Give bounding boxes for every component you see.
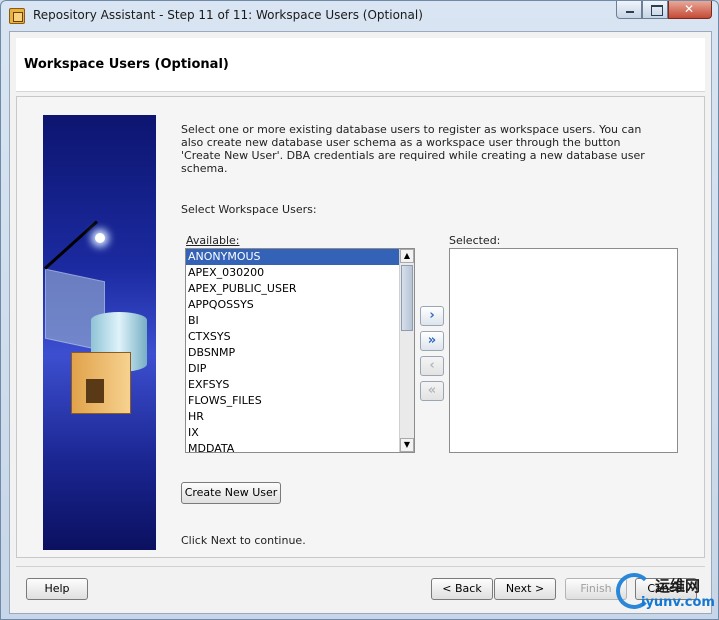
list-item[interactable]: DBSNMP: [186, 345, 414, 361]
create-new-user-button[interactable]: Create New User: [181, 482, 281, 504]
list-item[interactable]: ANONYMOUS: [186, 249, 414, 265]
available-label: Available:: [186, 234, 240, 247]
close-icon[interactable]: [668, 1, 712, 19]
available-scrollbar[interactable]: ▲ ▼: [399, 249, 414, 452]
scroll-down-icon[interactable]: ▼: [400, 438, 414, 452]
illustration-spark: [95, 233, 105, 243]
next-button[interactable]: Next >: [494, 578, 556, 600]
scroll-thumb[interactable]: [401, 265, 413, 331]
watermark-line1: 运维网: [655, 577, 701, 595]
list-item[interactable]: APPQOSSYS: [186, 297, 414, 313]
page-header: Workspace Users (Optional): [16, 38, 705, 92]
warehouse-icon: [71, 352, 131, 414]
title-bar[interactable]: Repository Assistant - Step 11 of 11: Wo…: [1, 1, 718, 31]
list-item[interactable]: EXFSYS: [186, 377, 414, 393]
list-item[interactable]: DIP: [186, 361, 414, 377]
list-item[interactable]: IX: [186, 425, 414, 441]
selected-label: Selected:: [449, 234, 501, 247]
back-button[interactable]: < Back: [431, 578, 493, 600]
available-list[interactable]: ANONYMOUS APEX_030200 APEX_PUBLIC_USER APPQ…: [185, 248, 415, 453]
select-users-label: Select Workspace Users:: [181, 203, 317, 216]
move-all-right-button[interactable]: »: [420, 331, 444, 351]
list-item[interactable]: APEX_030200: [186, 265, 414, 281]
help-button[interactable]: Help: [26, 578, 88, 600]
list-item[interactable]: BI: [186, 313, 414, 329]
app-icon: [9, 8, 25, 24]
content-panel: Select one or more existing database use…: [16, 96, 705, 558]
window-title: Repository Assistant - Step 11 of 11: Wo…: [33, 8, 423, 22]
intro-text: Select one or more existing database use…: [181, 123, 645, 175]
list-item[interactable]: CTXSYS: [186, 329, 414, 345]
continue-text: Click Next to continue.: [181, 534, 306, 547]
dialog-body: Workspace Users (Optional) Select one or…: [9, 31, 712, 614]
footer-divider: [16, 566, 705, 567]
illustration-wand: [43, 220, 99, 270]
site-watermark: 运维网 iyunv.com: [613, 571, 719, 615]
list-item[interactable]: MDDATA: [186, 441, 414, 452]
page-title: Workspace Users (Optional): [24, 57, 229, 72]
selected-list[interactable]: [449, 248, 678, 453]
window: Repository Assistant - Step 11 of 11: Wo…: [0, 0, 719, 620]
move-left-button[interactable]: ‹: [420, 356, 444, 376]
watermark-line2: iyunv.com: [641, 595, 715, 610]
list-item[interactable]: FLOWS_FILES: [186, 393, 414, 409]
list-item[interactable]: APEX_PUBLIC_USER: [186, 281, 414, 297]
window-controls: [616, 1, 712, 21]
available-items: ANONYMOUS APEX_030200 APEX_PUBLIC_USER APPQ…: [186, 249, 414, 452]
maximize-icon[interactable]: [642, 1, 668, 19]
move-all-left-button[interactable]: «: [420, 381, 444, 401]
minimize-icon[interactable]: [616, 1, 642, 19]
list-item[interactable]: HR: [186, 409, 414, 425]
wizard-illustration: [43, 115, 156, 550]
move-right-button[interactable]: ›: [420, 306, 444, 326]
scroll-up-icon[interactable]: ▲: [400, 249, 414, 263]
